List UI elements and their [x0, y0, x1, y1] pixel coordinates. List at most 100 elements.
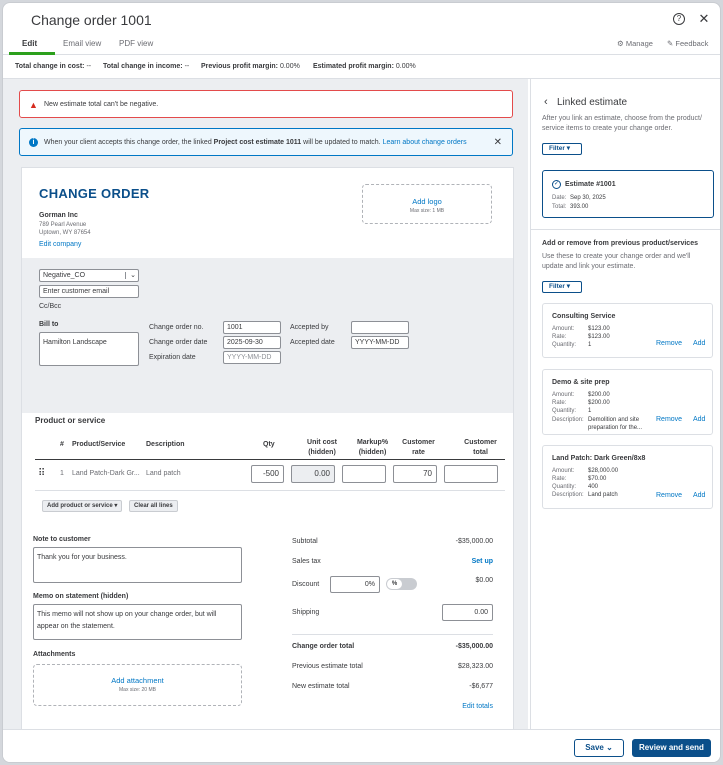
learn-more-link[interactable]: Learn about change orders [383, 139, 467, 146]
chevron-down-icon: ⌄ [606, 743, 613, 752]
col-markup: Markup% (hidden) [356, 439, 389, 456]
add-logo-dropzone[interactable]: Add logo Max size: 1 MB [362, 184, 492, 224]
tab-edit[interactable]: Edit [22, 39, 37, 48]
totals-divider [292, 634, 493, 635]
editor-area: ▲ New estimate total can't be negative. … [3, 79, 528, 729]
cc-bcc-link[interactable]: Cc/Bcc [39, 303, 61, 310]
company-address-line2: Uptown, WY 87654 [39, 230, 91, 236]
add-button[interactable]: Add [693, 340, 705, 347]
qty-input[interactable]: -500 [251, 465, 284, 483]
change-order-no-input[interactable]: 1001 [223, 321, 281, 334]
item-quantity: Quantity: 1 [552, 408, 592, 414]
back-chevron-icon[interactable]: ‹ [544, 96, 548, 108]
discount-type-toggle[interactable]: % [386, 578, 417, 590]
col-unit-cost: Unit cost (hidden) [307, 439, 337, 456]
feedback-icon: ✎ [667, 39, 674, 48]
close-icon[interactable]: ✕ [698, 12, 710, 25]
gear-icon: ⚙ [617, 39, 624, 48]
table-header-divider [35, 459, 505, 460]
customer-email-input[interactable]: Enter customer email [39, 285, 139, 298]
estimate-title: Estimate #1001 [565, 181, 616, 188]
accepted-by-input[interactable] [351, 321, 409, 334]
products-section-title: Add or remove from previous product/serv… [542, 240, 698, 247]
shipping-label: Shipping [292, 609, 320, 616]
change-order-total-value: -$35,000.00 [455, 643, 493, 650]
customer-rate-input[interactable]: 70 [393, 465, 437, 483]
estimated-profit-margin: Estimated profit margin: 0.00% [313, 63, 416, 70]
edit-totals-link[interactable]: Edit totals [423, 703, 493, 710]
expiration-date-input[interactable]: YYYY-MM-DD [223, 351, 281, 364]
item-name: Consulting Service [552, 313, 616, 320]
feedback-label: Feedback [675, 39, 709, 48]
save-label: Save [585, 743, 604, 752]
review-and-send-button[interactable]: Review and send [632, 739, 711, 757]
clear-lines-button[interactable]: Clear all lines [129, 500, 178, 512]
item-rate: Rate: $123.00 [552, 334, 610, 340]
close-icon[interactable]: ✕ [494, 137, 502, 148]
unit-cost-input: 0.00 [291, 465, 335, 483]
tab-email-view[interactable]: Email view [63, 39, 101, 48]
filter-button[interactable]: Filter ▾ [542, 143, 582, 155]
warning-icon: ▲ [29, 100, 38, 110]
save-button[interactable]: Save ⌄ [574, 739, 624, 757]
customer-total-input[interactable] [444, 465, 498, 483]
error-text: New estimate total can't be negative. [44, 101, 159, 108]
row-description[interactable]: Land patch [146, 470, 181, 477]
item-description: Description: Land patch [552, 492, 618, 498]
add-product-button[interactable]: Add product or service ▾ [42, 500, 123, 512]
add-attachment-dropzone[interactable]: Add attachment Max size: 20 MB [33, 664, 242, 706]
row-product[interactable]: Land Patch-Dark Gr... [72, 470, 140, 477]
bill-to-field[interactable]: Hamilton Landscape [39, 332, 139, 366]
previous-profit-margin: Previous profit margin: 0.00% [201, 63, 300, 70]
info-icon: i [29, 138, 38, 147]
new-estimate-total-label: New estimate total [292, 683, 350, 690]
memo-field[interactable]: This memo will not show up on your chang… [33, 604, 242, 640]
markup-input[interactable] [342, 465, 386, 483]
check-circle-icon: ✓ [552, 180, 561, 189]
feedback-button[interactable]: ✎ Feedback [667, 39, 708, 48]
edit-company-link[interactable]: Edit company [39, 241, 81, 248]
note-to-customer-field[interactable]: Thank you for your business. [33, 547, 242, 583]
attachments-label: Attachments [33, 651, 76, 658]
panel-title: Linked estimate [557, 97, 628, 108]
accepted-date-input[interactable]: YYYY-MM-DD [351, 336, 409, 349]
tab-bar: Edit Email view PDF view ⚙ Manage ✎ Feed… [3, 35, 720, 55]
customer-select-value: Negative_CO [43, 272, 86, 279]
manage-button[interactable]: ⚙ Manage [617, 39, 653, 48]
item-name: Demo & site prep [552, 379, 610, 386]
manage-label: Manage [625, 39, 653, 48]
change-order-date-input[interactable]: 2025-09-30 [223, 336, 281, 349]
add-button[interactable]: Add [693, 416, 705, 423]
sales-tax-label: Sales tax [292, 558, 321, 565]
help-icon[interactable]: ? [673, 13, 685, 25]
subtotal-value: -$35,000.00 [455, 538, 493, 545]
previous-estimate-total-label: Previous estimate total [292, 663, 363, 670]
item-name: Land Patch: Dark Green/8x8 [552, 455, 646, 462]
customer-section: Negative_CO ⌄ Enter customer email Cc/Bc… [22, 258, 513, 413]
chevron-down-icon: ▾ [114, 503, 118, 509]
add-button[interactable]: Add [693, 492, 705, 499]
row-number: 1 [60, 470, 64, 477]
discount-input[interactable]: 0% [330, 576, 380, 593]
linked-estimate-card[interactable]: ✓ Estimate #1001 Date: Sep 30, 2025 Total… [542, 170, 714, 218]
panel-divider [531, 229, 720, 230]
col-customer-rate: Customer rate [402, 439, 435, 456]
remove-button[interactable]: Remove [656, 492, 682, 499]
footer-bar: Save ⌄ Review and send [3, 729, 720, 762]
estimate-date: Date: Sep 30, 2025 [552, 195, 606, 201]
remove-button[interactable]: Remove [656, 340, 682, 347]
drag-handle-icon[interactable]: ⠿ [38, 468, 45, 479]
accepted-by-label: Accepted by [290, 324, 329, 331]
info-text: When your client accepts this change ord… [44, 139, 467, 146]
company-name: Gorman Inc [39, 212, 78, 219]
list-item: Land Patch: Dark Green/8x8 Amount: $28,00… [542, 445, 713, 509]
col-description: Description [146, 441, 185, 448]
customer-select[interactable]: Negative_CO ⌄ [39, 269, 139, 282]
shipping-input[interactable]: 0.00 [442, 604, 493, 621]
tab-pdf-view[interactable]: PDF view [119, 39, 153, 48]
remove-button[interactable]: Remove [656, 416, 682, 423]
filter-button-2[interactable]: Filter ▾ [542, 281, 582, 293]
sales-tax-setup-link[interactable]: Set up [423, 558, 493, 565]
item-amount: Amount: $123.00 [552, 326, 610, 332]
info-banner: i When your client accepts this change o… [19, 128, 513, 156]
